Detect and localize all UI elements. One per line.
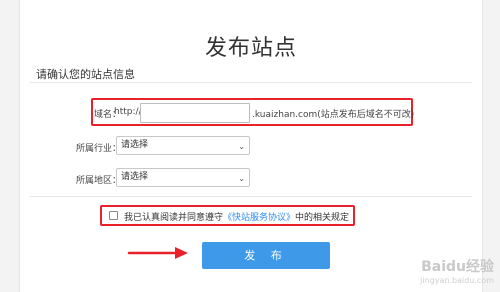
industry-select[interactable]: 请选择 ⌄: [116, 136, 250, 155]
domain-suffix-note: .kuaizhan.com(站点发布后域名不可改): [252, 110, 415, 120]
divider-bottom: [30, 196, 472, 197]
publish-button[interactable]: 发 布: [202, 242, 330, 269]
baidu-jingyan-watermark: Baidu经验 jingyan.baidu.com: [420, 260, 494, 288]
chevron-down-icon: ⌄: [238, 142, 245, 151]
http-prefix: http://: [114, 107, 142, 117]
agreement-text: 我已认真阅读并同意遵守《快站服务协议》中的相关规定: [124, 210, 349, 223]
region-selected-value: 请选择: [121, 172, 149, 182]
domain-input[interactable]: [140, 103, 250, 123]
region-select[interactable]: 请选择 ⌄: [116, 168, 250, 187]
divider-top: [30, 82, 472, 83]
agreement-checkbox[interactable]: [109, 211, 118, 220]
agreement-text-after: 中的相关规定: [295, 213, 350, 223]
red-arrow-annotation: [127, 247, 188, 259]
region-label: 所属地区：: [76, 176, 122, 186]
confirm-info-subtitle: 请确认您的站点信息: [36, 68, 135, 81]
agreement-text-before: 我已认真阅读并同意遵守: [124, 213, 224, 223]
chevron-down-icon: ⌄: [238, 174, 245, 183]
page-title: 发布站点: [204, 36, 297, 61]
industry-selected-value: 请选择: [121, 140, 149, 150]
watermark-brand: Baidu经验: [421, 259, 494, 275]
service-agreement-link[interactable]: 《快站服务协议》: [223, 213, 295, 223]
industry-label: 所属行业：: [76, 144, 122, 154]
watermark-url: jingyan.baidu.com: [420, 276, 494, 285]
publish-site-panel: 发布站点 请确认您的站点信息 域名： http:// .kuaizhan.com…: [19, 0, 483, 292]
